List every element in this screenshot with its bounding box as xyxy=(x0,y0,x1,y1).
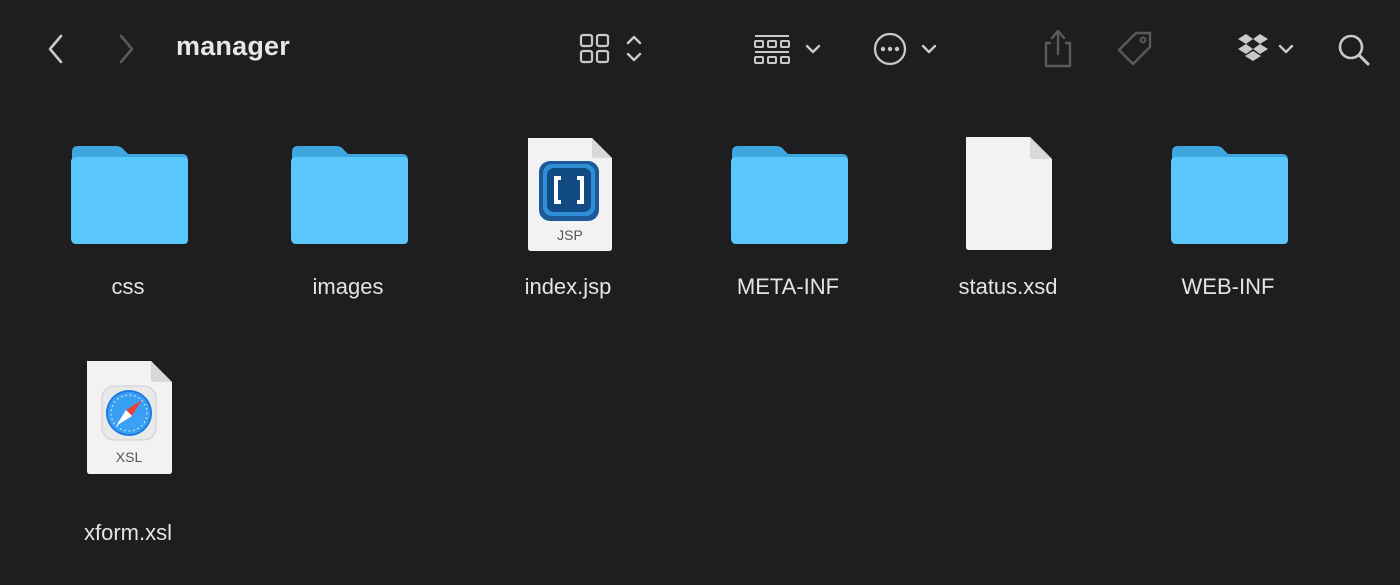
file-item-meta-inf[interactable]: META-INF xyxy=(698,100,878,299)
group-by-icon xyxy=(754,35,821,64)
file-item-status-xsd[interactable]: status.xsd xyxy=(918,100,1098,299)
file-item-index-jsp[interactable]: JSP index.jsp xyxy=(478,100,658,299)
share-button[interactable] xyxy=(1036,24,1080,72)
folder-icon xyxy=(38,100,218,244)
file-item-images[interactable]: images xyxy=(258,100,438,299)
tag-icon xyxy=(1117,31,1152,66)
tag-button[interactable] xyxy=(1112,26,1158,72)
toolbar: manager xyxy=(0,0,1400,100)
chevron-right-icon xyxy=(119,34,134,64)
dropbox-button[interactable] xyxy=(1228,28,1302,70)
search-button[interactable] xyxy=(1332,28,1376,72)
group-button[interactable] xyxy=(748,28,828,70)
forward-button[interactable] xyxy=(106,28,146,70)
file-name: index.jsp xyxy=(524,274,612,299)
window-title: manager xyxy=(176,31,290,61)
svg-text:JSP: JSP xyxy=(557,227,583,243)
file-name: status.xsd xyxy=(958,274,1058,299)
file-grid: css images JSP index.jsp META-INF status… xyxy=(0,100,1400,585)
chevron-left-icon xyxy=(48,34,63,64)
file-name: xform.xsl xyxy=(84,520,172,545)
icon-grid-icon xyxy=(579,33,642,64)
dropbox-icon xyxy=(1238,34,1294,61)
xsl-file-icon: XSL xyxy=(38,324,218,474)
folder-icon xyxy=(698,100,878,244)
view-mode-button[interactable] xyxy=(570,28,650,70)
file-name: WEB-INF xyxy=(1181,274,1275,299)
action-button[interactable] xyxy=(866,28,946,70)
folder-icon xyxy=(258,100,438,244)
file-name: META-INF xyxy=(736,274,840,299)
file-name: css xyxy=(111,274,145,299)
file-item-web-inf[interactable]: WEB-INF xyxy=(1138,100,1318,299)
file-name: images xyxy=(312,274,384,299)
finder-window: manager css images JSP index.jsp META-IN… xyxy=(0,0,1400,585)
blank-file-icon xyxy=(918,100,1098,250)
back-button[interactable] xyxy=(36,28,76,70)
search-icon xyxy=(1338,34,1370,66)
folder-icon xyxy=(1138,100,1318,244)
jsp-file-icon: JSP xyxy=(478,100,658,251)
file-item-xform-xsl[interactable]: XSL xform.xsl xyxy=(38,324,218,545)
file-item-css[interactable]: css xyxy=(38,100,218,299)
share-icon xyxy=(1044,29,1072,68)
svg-text:XSL: XSL xyxy=(116,449,143,465)
ellipsis-circle-icon xyxy=(873,32,937,66)
